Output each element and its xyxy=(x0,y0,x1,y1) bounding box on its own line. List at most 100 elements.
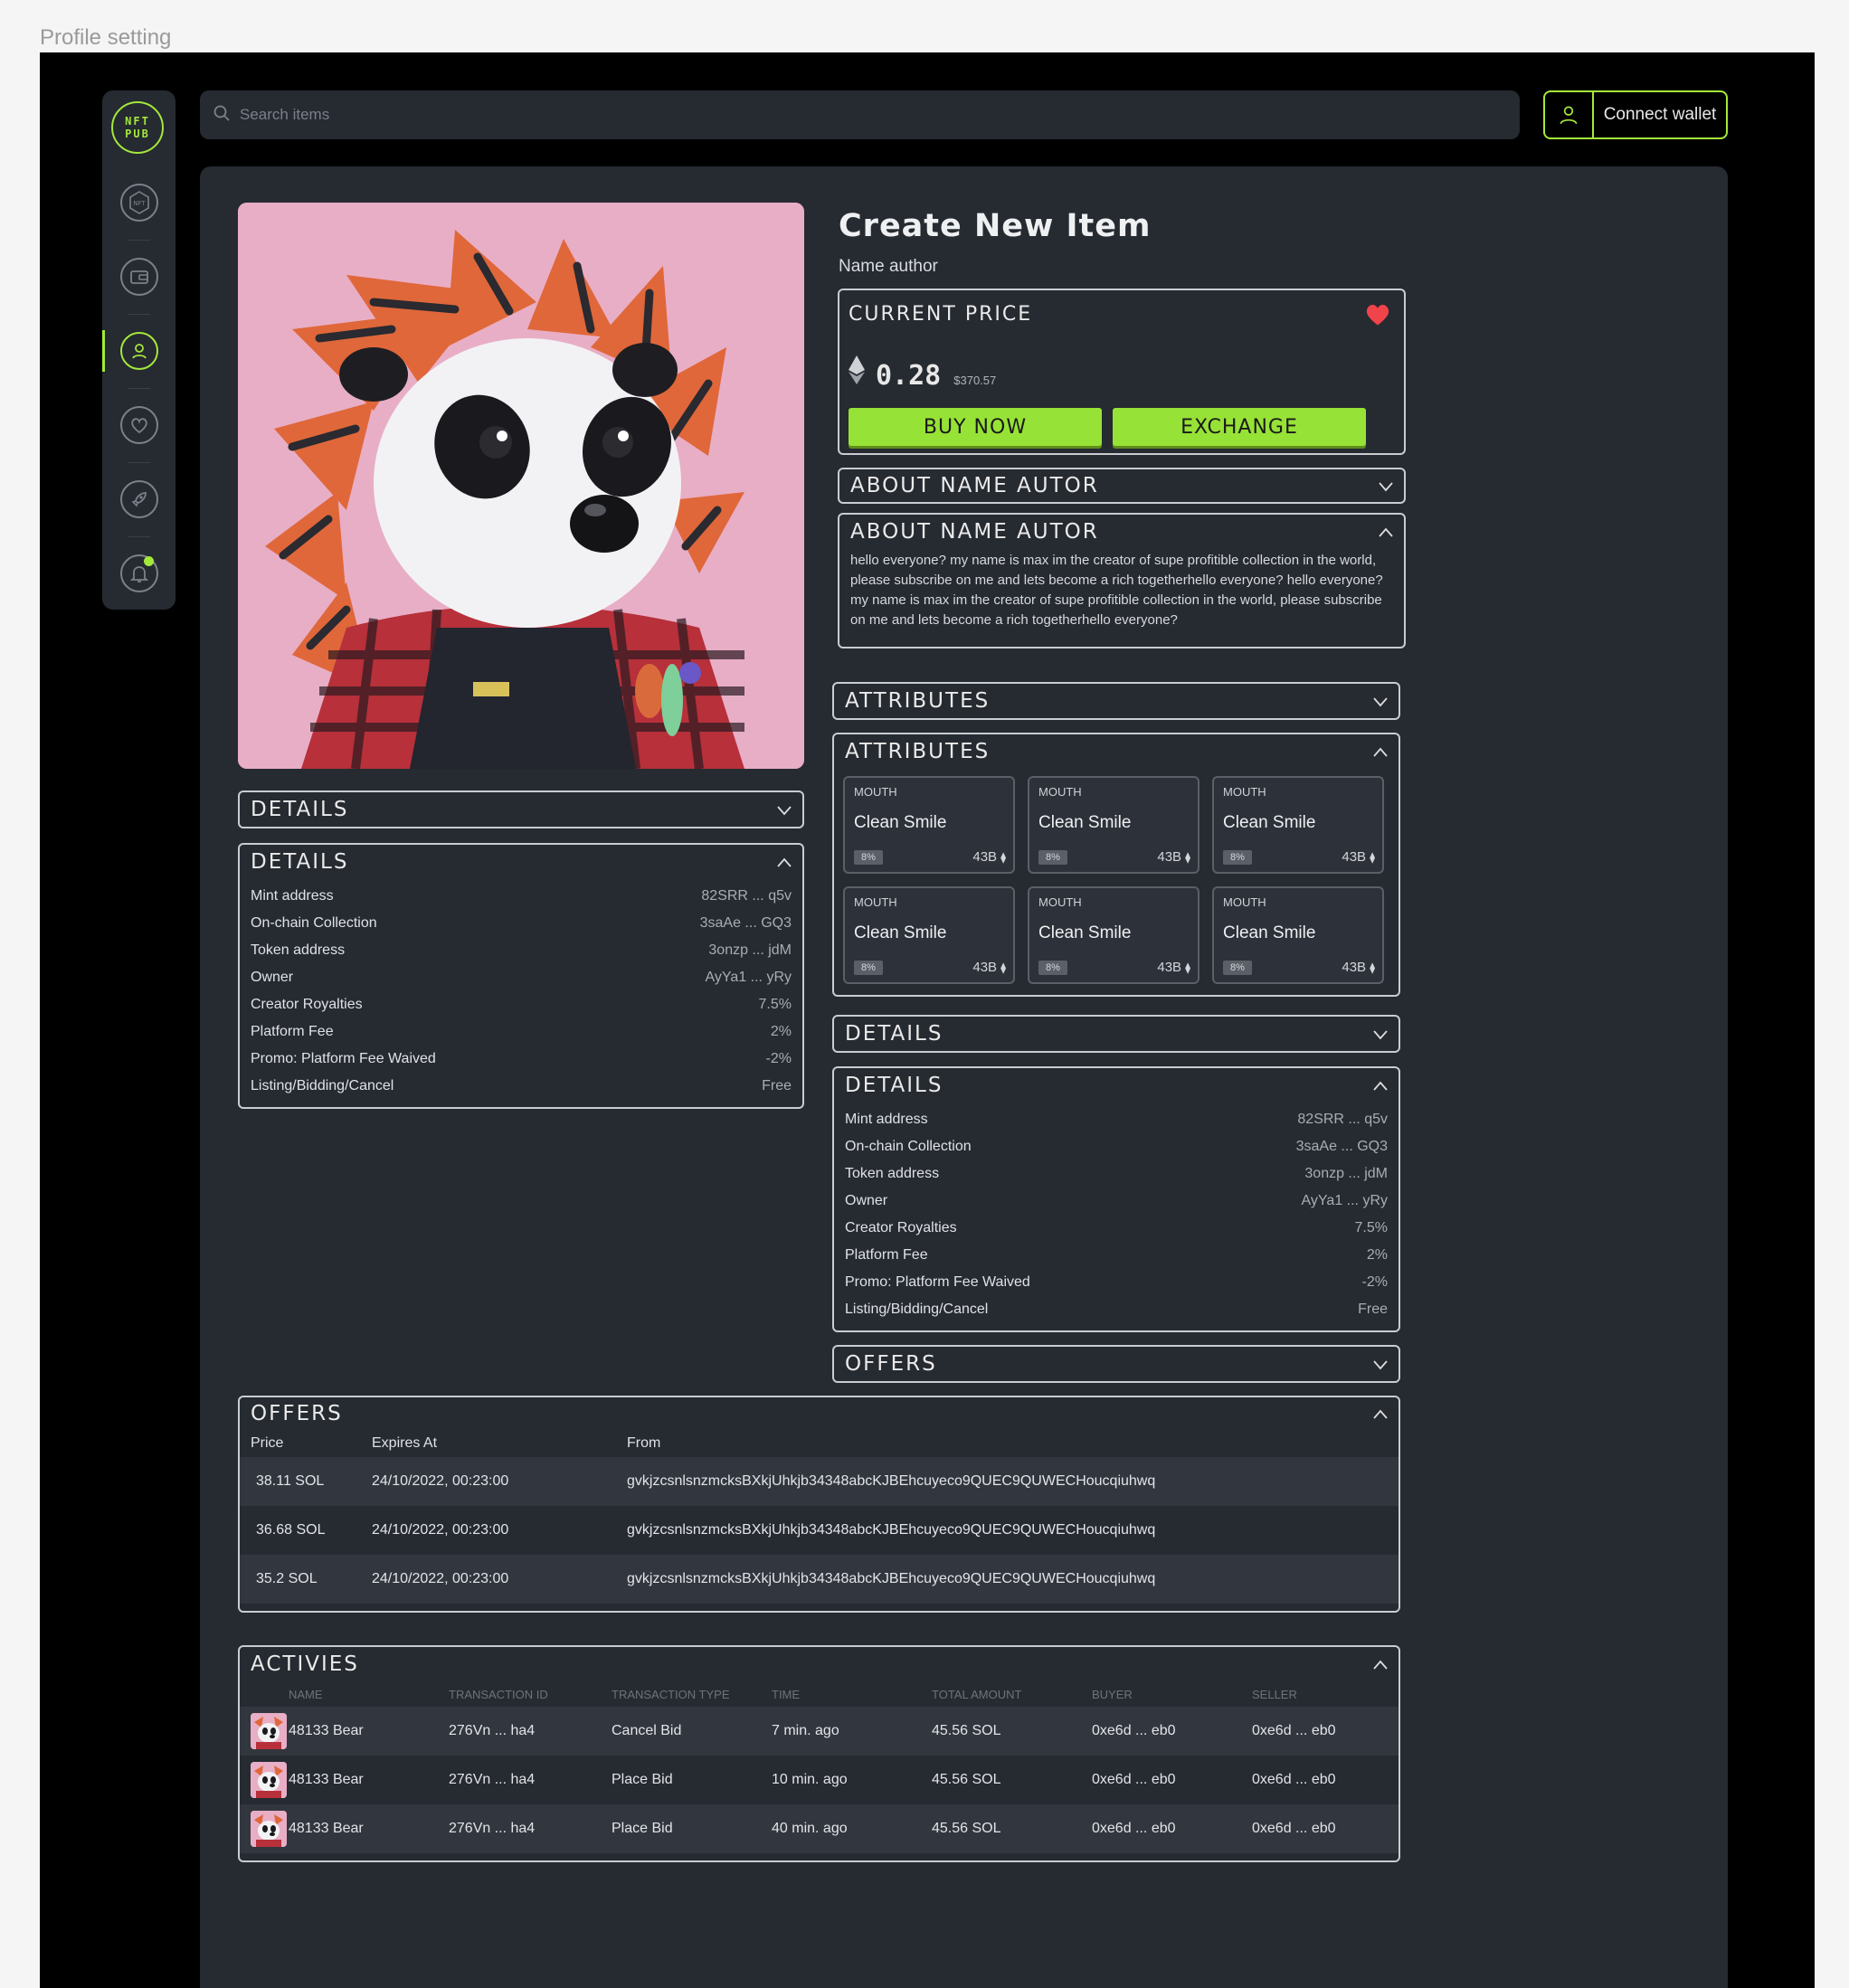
activity-buyer[interactable]: 0xe6d ... eb0 xyxy=(1092,1756,1252,1804)
connect-wallet-button[interactable]: Connect wallet xyxy=(1543,90,1728,139)
activity-name[interactable]: 48133 Bear xyxy=(289,1756,449,1804)
activity-seller[interactable]: 0xe6d ... eb0 xyxy=(1252,1707,1399,1756)
offer-from[interactable]: gvkjzcsnlsnzmcksBXkjUhkjb34348abcKJBEhcu… xyxy=(627,1555,1399,1604)
sidebar-item-profile[interactable] xyxy=(102,319,175,383)
activity-seller[interactable]: 0xe6d ... eb0 xyxy=(1252,1756,1399,1804)
activity-buyer[interactable]: 0xe6d ... eb0 xyxy=(1092,1707,1252,1756)
activity-row[interactable]: 48133 Bear 276Vn ... ha4 Place Bid 40 min. … xyxy=(240,1804,1399,1853)
attribute-card[interactable]: MOUTH Clean Smile 8% 43B ⧫ xyxy=(1028,776,1199,874)
details-value[interactable]: 7.5% xyxy=(759,997,792,1013)
sidebar-item-launch[interactable] xyxy=(102,468,175,531)
offers-accordion-collapsed[interactable]: OFFERS xyxy=(832,1345,1400,1383)
activity-name[interactable]: 48133 Bear xyxy=(289,1707,449,1756)
about-accordion-expanded: ABOUT NAME AUTOR hello everyone? my name… xyxy=(838,513,1406,648)
offers-header[interactable]: OFFERS xyxy=(240,1397,1399,1430)
favorite-heart-icon[interactable] xyxy=(1364,301,1391,331)
activity-type[interactable]: Cancel Bid xyxy=(612,1707,772,1756)
attribute-type: MOUTH xyxy=(1038,785,1082,799)
price-card: CURRENT PRICE 0.28 $370.57 BUY NOW EXCHA… xyxy=(838,289,1406,455)
details-value[interactable]: AyYa1 ... yRy xyxy=(706,970,792,986)
offer-from[interactable]: gvkjzcsnlsnzmcksBXkjUhkjb34348abcKJBEhcu… xyxy=(627,1457,1399,1506)
chevron-up-icon xyxy=(1371,743,1388,760)
offer-row[interactable]: 36.68 SOL 24/10/2022, 00:23:00 gvkjzcsnlsn… xyxy=(240,1506,1399,1555)
details-value[interactable]: 82SRR ... q5v xyxy=(1297,1112,1388,1128)
details-value[interactable]: 3saAe ... GQ3 xyxy=(700,915,792,932)
user-icon xyxy=(1545,92,1594,137)
author-name[interactable]: Name author xyxy=(839,257,938,277)
sidebar-item-favorites[interactable] xyxy=(102,393,175,457)
attribute-card[interactable]: MOUTH Clean Smile 8% 43B ⧫ xyxy=(1212,776,1384,874)
activity-buyer[interactable]: 0xe6d ... eb0 xyxy=(1092,1804,1252,1853)
attribute-amount: 43B xyxy=(1342,849,1367,865)
chevron-up-icon xyxy=(1377,524,1393,540)
details-header[interactable]: DETAILS xyxy=(834,1068,1399,1103)
details-value[interactable]: AyYa1 ... yRy xyxy=(1302,1193,1388,1209)
sol-icon: ⧫ xyxy=(1000,851,1006,864)
buy-now-button[interactable]: BUY NOW xyxy=(849,408,1102,446)
sidebar-item-wallet[interactable] xyxy=(102,245,175,308)
details-header[interactable]: DETAILS xyxy=(240,845,802,879)
details-value[interactable]: 2% xyxy=(1367,1247,1388,1264)
sidebar-item-nft[interactable]: NFT xyxy=(102,171,175,234)
about-accordion-collapsed[interactable]: ABOUT NAME AUTOR xyxy=(838,468,1406,504)
chevron-down-icon xyxy=(1377,478,1393,494)
details-accordion-collapsed-right[interactable]: DETAILS xyxy=(832,1015,1400,1053)
details-accordion-collapsed-left[interactable]: DETAILS xyxy=(238,790,804,828)
activity-tx[interactable]: 276Vn ... ha4 xyxy=(449,1804,612,1853)
notification-dot xyxy=(144,556,154,566)
details-accordion-expanded-right: DETAILS Mint address 82SRR ... q5v On-chai… xyxy=(832,1066,1400,1332)
exchange-button[interactable]: EXCHANGE xyxy=(1113,408,1366,446)
details-value[interactable]: Free xyxy=(762,1078,792,1094)
details-row: Owner AyYa1 ... yRy xyxy=(845,1188,1388,1215)
search-bar xyxy=(200,90,1520,139)
offer-row[interactable]: 35.2 SOL 24/10/2022, 00:23:00 gvkjzcsnlsnz… xyxy=(240,1555,1399,1604)
details-label: Owner xyxy=(251,970,294,985)
attribute-card[interactable]: MOUTH Clean Smile 8% 43B ⧫ xyxy=(843,776,1015,874)
logo[interactable]: NFT PUB xyxy=(111,101,164,154)
details-value[interactable]: Free xyxy=(1358,1302,1388,1318)
activity-row[interactable]: 48133 Bear 276Vn ... ha4 Place Bid 10 min. … xyxy=(240,1756,1399,1804)
attributes-accordion-collapsed[interactable]: ATTRIBUTES xyxy=(832,682,1400,720)
activities-header[interactable]: ACTIVIES xyxy=(240,1647,1399,1681)
offer-from[interactable]: gvkjzcsnlsnzmcksBXkjUhkjb34348abcKJBEhcu… xyxy=(627,1506,1399,1555)
details-value[interactable]: 3onzp ... jdM xyxy=(708,942,792,959)
about-header[interactable]: ABOUT NAME AUTOR xyxy=(839,515,1404,549)
activity-name[interactable]: 48133 Bear xyxy=(289,1804,449,1853)
search-input[interactable] xyxy=(240,106,1488,124)
sidebar-item-notifications[interactable] xyxy=(102,542,175,605)
details-value[interactable]: -2% xyxy=(766,1051,792,1067)
details-value[interactable]: 2% xyxy=(771,1024,792,1040)
details-value[interactable]: -2% xyxy=(1362,1274,1388,1291)
activity-row[interactable]: 48133 Bear 276Vn ... ha4 Cancel Bid 7 min. … xyxy=(240,1707,1399,1756)
logo-line-1: NFT xyxy=(125,115,150,128)
activity-type[interactable]: Place Bid xyxy=(612,1804,772,1853)
details-value[interactable]: 3saAe ... GQ3 xyxy=(1296,1139,1388,1155)
activity-tx[interactable]: 276Vn ... ha4 xyxy=(449,1707,612,1756)
attribute-amount-wrap: 43B ⧫ xyxy=(972,960,1006,975)
attribute-amount: 43B xyxy=(1157,960,1182,975)
attribute-name: Clean Smile xyxy=(854,923,947,942)
details-label: Token address xyxy=(251,942,346,958)
details-label: Platform Fee xyxy=(845,1247,928,1263)
details-row: On-chain Collection 3saAe ... GQ3 xyxy=(845,1133,1388,1160)
chevron-up-icon xyxy=(1371,1077,1388,1093)
details-value[interactable]: 3onzp ... jdM xyxy=(1304,1166,1388,1182)
attributes-header[interactable]: ATTRIBUTES xyxy=(834,734,1399,769)
nft-thumbnail xyxy=(251,1811,287,1847)
activities-accordion: ACTIVIES NAME TRANSACTION ID TRANSACTION… xyxy=(238,1645,1400,1862)
activity-seller[interactable]: 0xe6d ... eb0 xyxy=(1252,1804,1399,1853)
attribute-card[interactable]: MOUTH Clean Smile 8% 43B ⧫ xyxy=(843,886,1015,984)
details-label: Creator Royalties xyxy=(251,997,363,1012)
attribute-type: MOUTH xyxy=(1223,785,1266,799)
details-value[interactable]: 7.5% xyxy=(1355,1220,1388,1236)
activity-tx[interactable]: 276Vn ... ha4 xyxy=(449,1756,612,1804)
chevron-up-icon xyxy=(775,854,792,870)
details-row: Mint address 82SRR ... q5v xyxy=(251,883,792,910)
details-value[interactable]: 82SRR ... q5v xyxy=(701,888,792,904)
details-row: Promo: Platform Fee Waived -2% xyxy=(251,1046,792,1073)
attribute-card[interactable]: MOUTH Clean Smile 8% 43B ⧫ xyxy=(1028,886,1199,984)
offer-price: 36.68 SOL xyxy=(256,1522,326,1538)
offer-row[interactable]: 38.11 SOL 24/10/2022, 00:23:00 gvkjzcsnlsn… xyxy=(240,1457,1399,1506)
activity-type[interactable]: Place Bid xyxy=(612,1756,772,1804)
attribute-card[interactable]: MOUTH Clean Smile 8% 43B ⧫ xyxy=(1212,886,1384,984)
